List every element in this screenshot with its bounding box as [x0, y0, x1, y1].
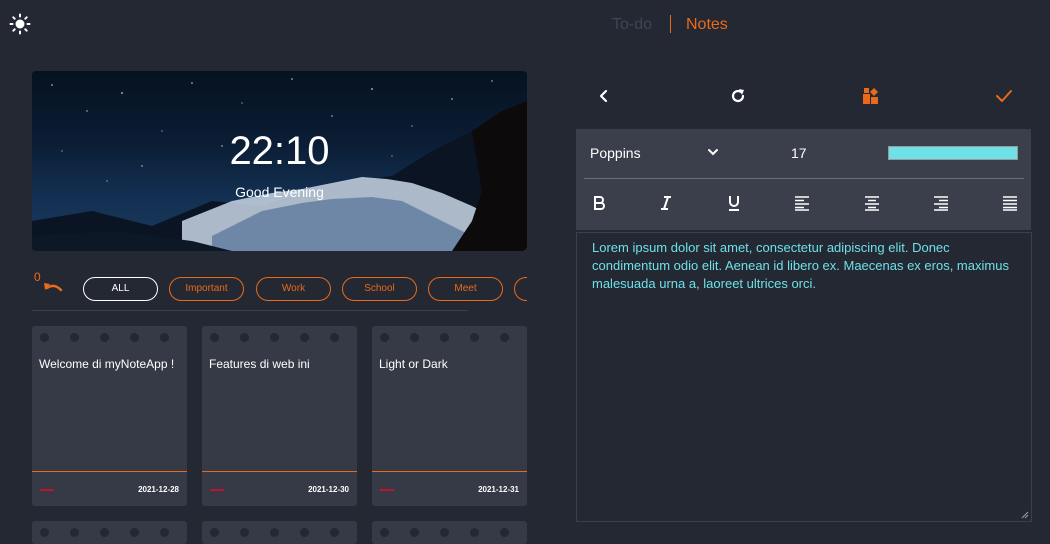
format-divider [584, 178, 1024, 179]
text-color-picker[interactable] [888, 146, 1018, 160]
undo-icon[interactable] [42, 282, 64, 296]
card-divider [32, 471, 187, 472]
note-card[interactable] [372, 521, 527, 544]
font-family-select[interactable]: Poppins [590, 145, 641, 161]
note-date: 2021-12-30 [308, 485, 349, 494]
chip-more[interactable] [514, 277, 527, 301]
chip-meet[interactable]: Meet [428, 277, 503, 301]
note-body-textarea[interactable]: Lorem ipsum dolor sit amet, consectetur … [576, 232, 1032, 522]
save-check-icon[interactable] [994, 86, 1014, 106]
note-editor: Poppins 17 Lorem ipsum dolor sit amet, c… [572, 72, 1032, 522]
deleted-count: 0 [34, 270, 41, 284]
undo-delete-control[interactable]: 0 [34, 270, 68, 300]
greeting-text: Good Evening [235, 184, 324, 200]
card-holes [202, 333, 357, 343]
sun-icon[interactable] [9, 13, 31, 35]
chevron-down-icon[interactable] [706, 145, 720, 159]
refresh-icon[interactable] [728, 86, 748, 106]
note-date: 2021-12-28 [138, 485, 179, 494]
align-justify-icon[interactable] [1002, 195, 1018, 211]
bold-icon[interactable] [591, 195, 607, 211]
note-title: Light or Dark [379, 357, 448, 371]
font-size-input[interactable]: 17 [791, 145, 807, 161]
note-card[interactable]: Light or Dark 2021-12-31 [372, 326, 527, 506]
note-card[interactable]: Welcome di myNoteApp ! 2021-12-28 [32, 326, 187, 506]
clock-banner: 22:10 Good Evening [32, 71, 527, 251]
italic-icon[interactable] [658, 195, 674, 211]
top-bar: To-do Notes [0, 0, 1050, 52]
category-tag [40, 489, 54, 491]
resize-handle-icon[interactable] [1021, 511, 1029, 519]
tab-divider [670, 15, 671, 33]
filter-divider [32, 310, 468, 311]
align-center-icon[interactable] [864, 195, 880, 211]
note-card[interactable]: Features di web ini 2021-12-30 [202, 326, 357, 506]
card-holes [32, 333, 187, 343]
align-right-icon[interactable] [933, 195, 949, 211]
chip-all[interactable]: ALL [83, 277, 158, 301]
tab-todo[interactable]: To-do [612, 16, 652, 34]
format-panel: Poppins 17 [576, 129, 1031, 230]
card-holes [202, 528, 357, 538]
note-card[interactable] [202, 521, 357, 544]
category-filter: ALL Important Work School Meet [83, 277, 527, 301]
card-holes [32, 528, 187, 538]
tab-notes[interactable]: Notes [686, 16, 728, 34]
chip-school[interactable]: School [342, 277, 417, 301]
note-body-text: Lorem ipsum dolor sit amet, consectetur … [592, 240, 1009, 291]
clock-time: 22:10 [229, 129, 330, 173]
back-icon[interactable] [594, 86, 614, 106]
card-holes [372, 528, 527, 538]
underline-icon[interactable] [726, 195, 742, 211]
note-date: 2021-12-31 [478, 485, 519, 494]
card-holes [372, 333, 527, 343]
note-card[interactable] [32, 521, 187, 544]
chip-work[interactable]: Work [256, 277, 331, 301]
category-tag [210, 489, 224, 491]
editor-toolbar [572, 72, 1032, 120]
note-title: Welcome di myNoteApp ! [39, 357, 175, 371]
align-left-icon[interactable] [794, 195, 810, 211]
card-divider [372, 471, 527, 472]
category-tag [380, 489, 394, 491]
note-title: Features di web ini [209, 357, 310, 371]
chip-important[interactable]: Important [169, 277, 244, 301]
category-icon[interactable] [861, 86, 881, 106]
card-divider [202, 471, 357, 472]
